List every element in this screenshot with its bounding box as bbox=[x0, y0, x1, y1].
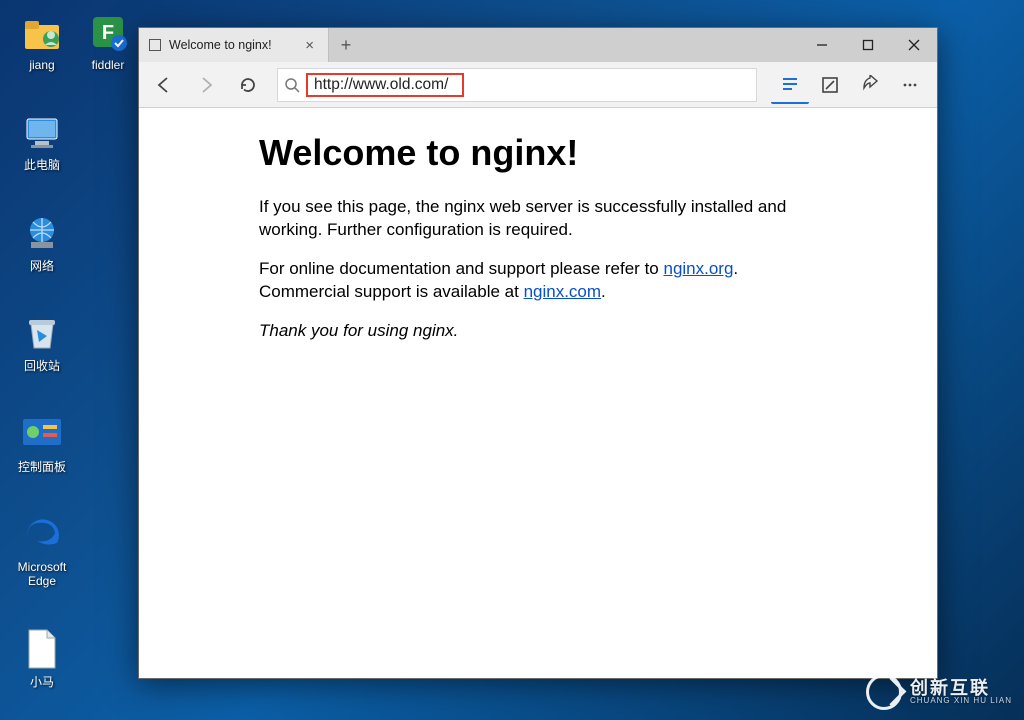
forward-button[interactable] bbox=[187, 66, 225, 104]
url-input[interactable] bbox=[308, 76, 458, 94]
desktop-icon-control-panel[interactable]: 控制面板 bbox=[6, 412, 78, 474]
browser-toolbar bbox=[139, 62, 937, 108]
window-controls bbox=[799, 28, 937, 62]
url-highlight-annotation bbox=[306, 73, 464, 97]
search-icon bbox=[278, 77, 306, 93]
desktop-icons-column-2: F fiddler bbox=[86, 10, 130, 72]
user-folder-icon bbox=[20, 10, 64, 54]
control-panel-icon bbox=[20, 412, 64, 456]
desktop-icon-label: Microsoft Edge bbox=[6, 560, 78, 589]
desktop-icon-this-pc[interactable]: 此电脑 bbox=[6, 110, 78, 172]
minimize-button[interactable] bbox=[799, 28, 845, 62]
watermark: 创新互联 CHUANG XIN HU LIAN bbox=[866, 674, 1012, 710]
browser-tab[interactable]: Welcome to nginx! × bbox=[139, 28, 329, 62]
desktop-icons-column-1: jiang 此电脑 网络 回收站 控制面板 Microsoft Edge 小 bbox=[6, 10, 78, 689]
page-icon bbox=[149, 39, 161, 51]
file-icon bbox=[20, 627, 64, 671]
page-paragraph-1: If you see this page, the nginx web serv… bbox=[259, 196, 817, 242]
network-icon bbox=[20, 211, 64, 255]
address-bar[interactable] bbox=[277, 68, 757, 102]
desktop-icon-file[interactable]: 小马 bbox=[6, 627, 78, 689]
page-content: Welcome to nginx! If you see this page, … bbox=[139, 108, 937, 678]
desktop-icon-network[interactable]: 网络 bbox=[6, 211, 78, 273]
toolbar-right-actions bbox=[771, 66, 931, 104]
refresh-button[interactable] bbox=[229, 66, 267, 104]
tab-strip: Welcome to nginx! × + bbox=[139, 28, 937, 62]
desktop-icon-edge[interactable]: Microsoft Edge bbox=[6, 512, 78, 589]
close-tab-button[interactable]: × bbox=[301, 37, 318, 54]
desktop-icon-label: 网络 bbox=[30, 259, 54, 273]
this-pc-icon bbox=[20, 110, 64, 154]
link-nginx-com[interactable]: nginx.com bbox=[524, 282, 601, 301]
desktop-icon-label: jiang bbox=[29, 58, 54, 72]
watermark-text: 创新互联 bbox=[910, 679, 1012, 697]
desktop-icon-label: fiddler bbox=[92, 58, 125, 72]
back-button[interactable] bbox=[145, 66, 183, 104]
page-heading: Welcome to nginx! bbox=[259, 132, 817, 174]
tab-title: Welcome to nginx! bbox=[169, 38, 272, 52]
watermark-subtext: CHUANG XIN HU LIAN bbox=[910, 697, 1012, 705]
desktop-icon-fiddler[interactable]: F fiddler bbox=[86, 10, 130, 72]
edge-icon bbox=[20, 512, 64, 556]
more-button[interactable] bbox=[891, 66, 929, 104]
reading-view-button[interactable] bbox=[771, 66, 809, 104]
link-nginx-org[interactable]: nginx.org bbox=[663, 259, 733, 278]
desktop-icon-label: 此电脑 bbox=[24, 158, 60, 172]
page-paragraph-2: For online documentation and support ple… bbox=[259, 258, 817, 304]
notes-button[interactable] bbox=[811, 66, 849, 104]
desktop-icon-label: 小马 bbox=[30, 675, 54, 689]
new-tab-button[interactable]: + bbox=[329, 28, 363, 62]
page-thanks: Thank you for using nginx. bbox=[259, 320, 817, 343]
watermark-logo-icon bbox=[866, 674, 902, 710]
close-window-button[interactable] bbox=[891, 28, 937, 62]
browser-window: Welcome to nginx! × + bbox=[138, 27, 938, 679]
desktop-icon-label: 控制面板 bbox=[18, 460, 66, 474]
desktop-icon-recycle-bin[interactable]: 回收站 bbox=[6, 311, 78, 373]
desktop-icon-label: 回收站 bbox=[24, 359, 60, 373]
recycle-bin-icon bbox=[20, 311, 64, 355]
desktop-icon-jiang[interactable]: jiang bbox=[6, 10, 78, 72]
maximize-button[interactable] bbox=[845, 28, 891, 62]
fiddler-icon: F bbox=[86, 10, 130, 54]
share-button[interactable] bbox=[851, 66, 889, 104]
